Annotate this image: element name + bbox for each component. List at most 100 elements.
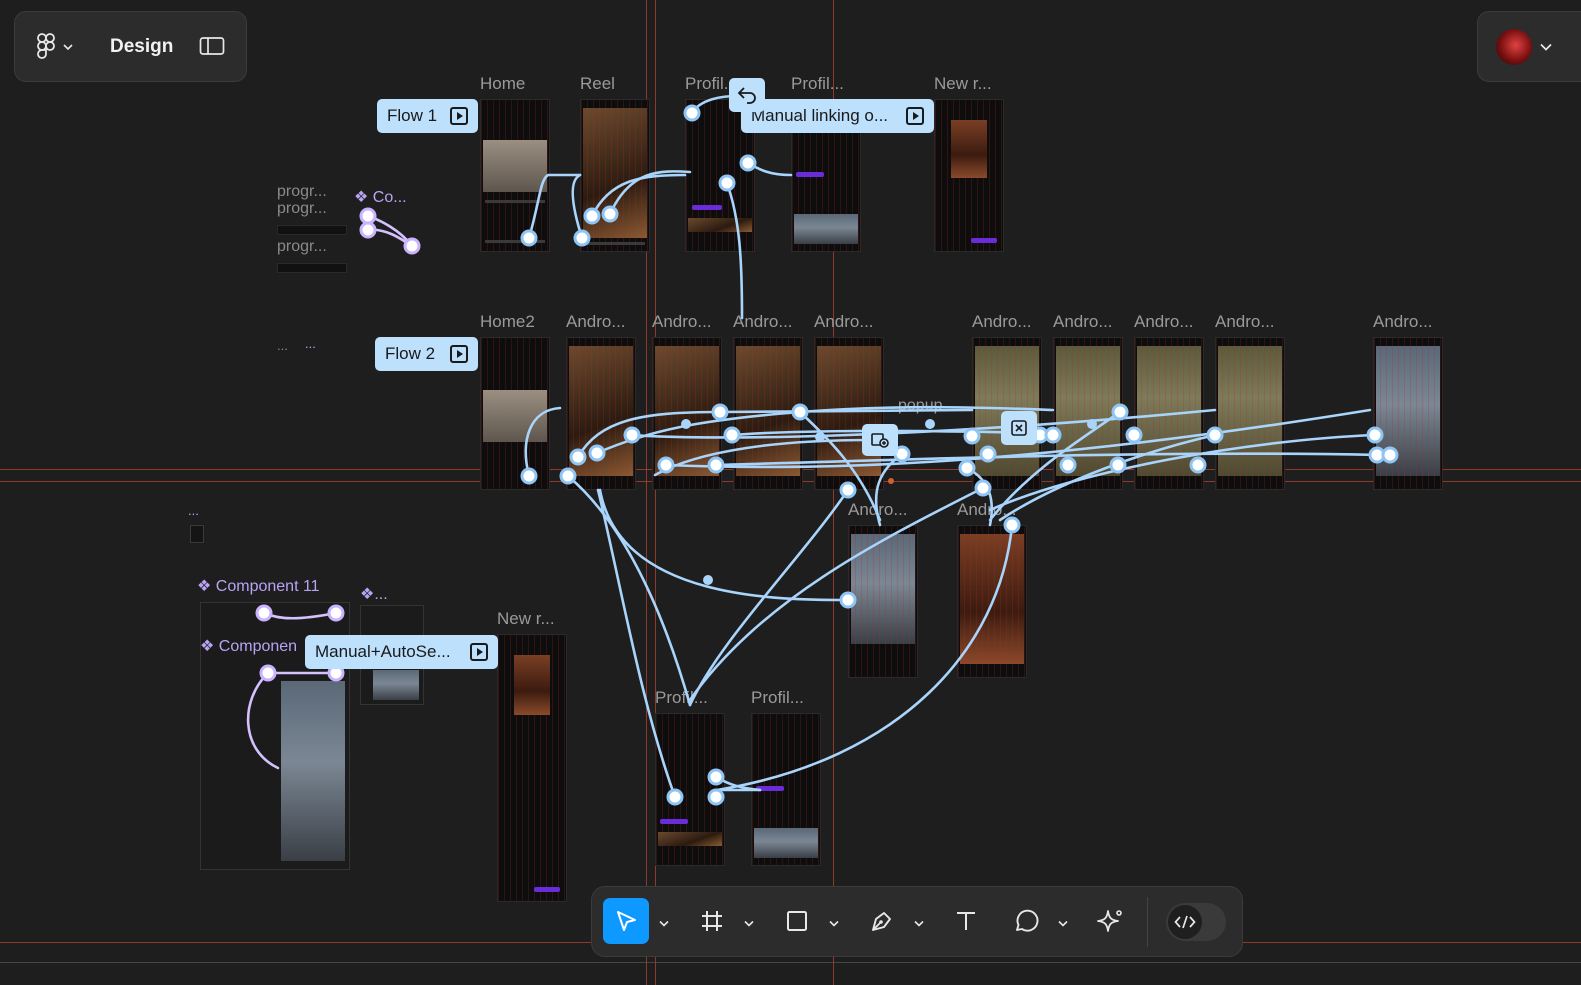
component-icon: ❖ <box>197 578 216 595</box>
frame-label-new-reel[interactable]: New r... <box>934 74 992 94</box>
sidebar-toggle-icon <box>199 37 225 55</box>
back-arrow-icon <box>737 87 756 104</box>
frame-profile[interactable] <box>655 713 725 866</box>
text-tool-button[interactable] <box>943 898 989 944</box>
frame-label-home[interactable]: Home <box>480 74 525 94</box>
design-canvas[interactable]: Home Reel Profil... Profil... New r... H… <box>0 0 1581 985</box>
frame-label-profile[interactable]: Profil... <box>751 688 804 708</box>
frame-label-android[interactable]: Andro... <box>733 312 793 332</box>
chevron-down-icon[interactable] <box>1540 43 1552 51</box>
play-flow-icon[interactable] <box>450 107 468 125</box>
frame-label-reel[interactable]: Reel <box>580 74 615 94</box>
component-label[interactable]: ❖... <box>360 584 388 604</box>
close-icon <box>1011 420 1027 436</box>
frame-android[interactable] <box>1373 337 1443 490</box>
frame-tool-dropdown[interactable] <box>742 916 756 930</box>
flow-starting-point-chip[interactable]: Manual linking o... <box>741 99 934 133</box>
chevron-down-icon <box>914 920 924 927</box>
small-component[interactable] <box>190 525 204 543</box>
comment-tool-button[interactable] <box>1003 898 1049 944</box>
frame-label-android[interactable]: Andro... <box>1134 312 1194 332</box>
layer-label-progress[interactable]: progr... <box>277 200 327 218</box>
frame-android[interactable] <box>1053 337 1123 490</box>
layer-label-progress[interactable]: progr... <box>277 238 327 256</box>
frame-label-new-reel[interactable]: New r... <box>497 609 555 629</box>
pen-tool-button[interactable] <box>859 898 905 944</box>
flow-starting-point-chip[interactable]: Flow 1 <box>377 99 478 133</box>
frame-android[interactable] <box>1215 337 1285 490</box>
frame-android[interactable] <box>733 337 803 490</box>
frame-hash-icon <box>702 911 722 931</box>
component-icon: ❖ <box>360 586 375 603</box>
open-overlay-chip[interactable] <box>862 424 898 456</box>
top-right-panel <box>1477 11 1581 82</box>
chevron-down-icon <box>659 920 669 927</box>
pen-tool-dropdown[interactable] <box>912 916 926 930</box>
sparkle-icon <box>1097 910 1122 932</box>
frame-label-profile[interactable]: Profil... <box>655 688 708 708</box>
main-menu-button[interactable] <box>37 32 87 62</box>
layer-label-small[interactable]: ... <box>277 338 288 353</box>
layer-label-small[interactable]: ... <box>188 503 199 518</box>
flow-starting-point-chip[interactable]: Manual+AutoSe... <box>305 635 498 669</box>
frame-label-android[interactable]: Andro... <box>848 500 908 520</box>
progress-component[interactable] <box>277 263 347 273</box>
frame-android[interactable] <box>848 525 918 678</box>
frame-android[interactable] <box>814 337 884 490</box>
back-action-chip[interactable] <box>729 78 765 112</box>
layout-guide-horizontal <box>0 962 1581 963</box>
rectangle-tool-button[interactable] <box>774 898 820 944</box>
frame-label-android[interactable]: Andro... <box>1373 312 1433 332</box>
close-overlay-chip[interactable] <box>1001 411 1037 445</box>
move-tool-dropdown[interactable] <box>657 916 671 930</box>
frame-profile[interactable] <box>751 713 821 866</box>
frame-label-android[interactable]: Andro... <box>972 312 1032 332</box>
component-label[interactable]: ❖ Componen <box>200 636 297 656</box>
frame-label-android[interactable]: Andro... <box>957 500 1017 520</box>
overlay-icon <box>871 433 889 448</box>
frame-label-popup[interactable]: popup <box>898 397 943 415</box>
frame-android[interactable] <box>957 525 1027 678</box>
frame-label-android[interactable]: Andro... <box>652 312 712 332</box>
flow-starting-point-chip[interactable]: Flow 2 <box>375 337 478 371</box>
frame-android[interactable] <box>1134 337 1204 490</box>
bottom-toolbar <box>591 886 1243 957</box>
progress-component[interactable] <box>277 225 347 235</box>
frame-label-android[interactable]: Andro... <box>1053 312 1113 332</box>
frame-android[interactable] <box>652 337 722 490</box>
figma-logo-icon <box>37 33 55 59</box>
code-brackets-icon <box>1174 915 1196 929</box>
ai-tool-button[interactable] <box>1088 898 1134 944</box>
layer-label-small[interactable]: ... <box>305 336 316 351</box>
user-avatar-icon[interactable] <box>1496 29 1532 65</box>
frame-label-android[interactable]: Andro... <box>1215 312 1275 332</box>
frame-label-home2[interactable]: Home2 <box>480 312 535 332</box>
component-label[interactable]: ❖ Co... <box>354 187 407 207</box>
move-tool-button[interactable] <box>603 898 649 944</box>
play-flow-icon[interactable] <box>450 345 468 363</box>
play-flow-icon[interactable] <box>470 643 488 661</box>
play-flow-icon[interactable] <box>906 107 924 125</box>
toolbar-divider <box>1147 897 1148 947</box>
comment-tool-dropdown[interactable] <box>1056 916 1070 930</box>
shape-tool-dropdown[interactable] <box>827 916 841 930</box>
frame-label-android[interactable]: Andro... <box>814 312 874 332</box>
text-t-icon <box>957 912 975 930</box>
frame-tool-button[interactable] <box>689 898 735 944</box>
frame-android[interactable] <box>566 337 636 490</box>
dev-mode-toggle-knob <box>1168 905 1202 939</box>
frame-home2[interactable] <box>480 337 550 490</box>
frame-reel[interactable] <box>580 99 650 252</box>
cursor-icon <box>617 911 636 931</box>
frame-new-reel[interactable] <box>497 634 567 902</box>
chevron-down-icon <box>1058 920 1068 927</box>
component-label[interactable]: ❖ Component 11 <box>197 576 320 596</box>
frame-home[interactable] <box>480 99 550 252</box>
frame-new-reel[interactable] <box>934 99 1004 252</box>
dev-mode-toggle[interactable] <box>1166 903 1226 941</box>
frame-label-android[interactable]: Andro... <box>566 312 626 332</box>
frame-label-profile-2[interactable]: Profil... <box>791 74 844 94</box>
layer-label-progress[interactable]: progr... <box>277 183 327 201</box>
sidebar-toggle-button[interactable] <box>199 35 225 57</box>
chevron-down-icon <box>829 920 839 927</box>
